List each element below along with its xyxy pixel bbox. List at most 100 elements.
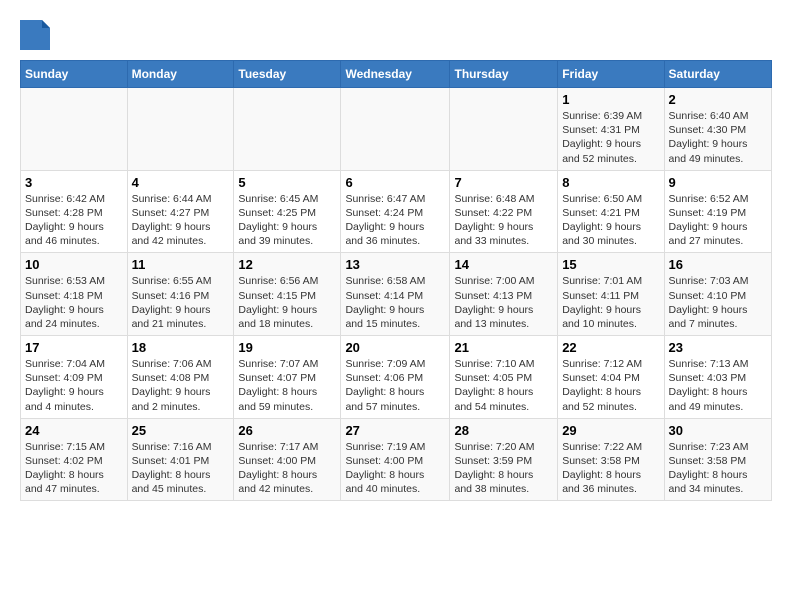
day-number: 27 xyxy=(345,423,445,438)
calendar-cell xyxy=(450,88,558,171)
cell-content: Sunrise: 6:52 AM Sunset: 4:19 PM Dayligh… xyxy=(669,192,767,249)
logo-icon xyxy=(20,20,50,50)
cell-content: Sunrise: 7:01 AM Sunset: 4:11 PM Dayligh… xyxy=(562,274,659,331)
calendar-cell: 21 Sunrise: 7:10 AM Sunset: 4:05 PM Dayli… xyxy=(450,336,558,419)
calendar-cell: 19 Sunrise: 7:07 AM Sunset: 4:07 PM Dayli… xyxy=(234,336,341,419)
day-number: 22 xyxy=(562,340,659,355)
calendar-cell: 16 Sunrise: 7:03 AM Sunset: 4:10 PM Dayli… xyxy=(664,253,771,336)
day-number: 2 xyxy=(669,92,767,107)
day-number: 5 xyxy=(238,175,336,190)
cell-content: Sunrise: 7:09 AM Sunset: 4:06 PM Dayligh… xyxy=(345,357,445,414)
calendar-cell: 22 Sunrise: 7:12 AM Sunset: 4:04 PM Dayli… xyxy=(558,336,664,419)
calendar-cell: 15 Sunrise: 7:01 AM Sunset: 4:11 PM Dayli… xyxy=(558,253,664,336)
calendar-header: SundayMondayTuesdayWednesdayThursdayFrid… xyxy=(21,61,772,88)
calendar-cell xyxy=(234,88,341,171)
day-number: 7 xyxy=(454,175,553,190)
cell-content: Sunrise: 7:07 AM Sunset: 4:07 PM Dayligh… xyxy=(238,357,336,414)
calendar-cell: 13Sunrise: 6:58 AM Sunset: 4:14 PM Dayli… xyxy=(341,253,450,336)
cell-content: Sunrise: 6:40 AM Sunset: 4:30 PM Dayligh… xyxy=(669,109,767,166)
day-number: 28 xyxy=(454,423,553,438)
calendar-cell: 14 Sunrise: 7:00 AM Sunset: 4:13 PM Dayli… xyxy=(450,253,558,336)
cell-content: Sunrise: 7:12 AM Sunset: 4:04 PM Dayligh… xyxy=(562,357,659,414)
column-header-thursday: Thursday xyxy=(450,61,558,88)
day-number: 4 xyxy=(132,175,230,190)
cell-content: Sunrise: 6:48 AM Sunset: 4:22 PM Dayligh… xyxy=(454,192,553,249)
calendar-cell: 4 Sunrise: 6:44 AM Sunset: 4:27 PM Daylig… xyxy=(127,170,234,253)
cell-content: Sunrise: 6:45 AM Sunset: 4:25 PM Dayligh… xyxy=(238,192,336,249)
day-number: 19 xyxy=(238,340,336,355)
calendar-cell: 30Sunrise: 7:23 AM Sunset: 3:58 PM Dayli… xyxy=(664,418,771,501)
cell-content: Sunrise: 6:55 AM Sunset: 4:16 PM Dayligh… xyxy=(132,274,230,331)
calendar-cell: 10Sunrise: 6:53 AM Sunset: 4:18 PM Dayli… xyxy=(21,253,128,336)
cell-content: Sunrise: 7:23 AM Sunset: 3:58 PM Dayligh… xyxy=(669,440,767,497)
page-header xyxy=(20,20,772,50)
week-row-1: 1Sunrise: 6:39 AM Sunset: 4:31 PM Daylig… xyxy=(21,88,772,171)
calendar-cell: 1Sunrise: 6:39 AM Sunset: 4:31 PM Daylig… xyxy=(558,88,664,171)
cell-content: Sunrise: 6:58 AM Sunset: 4:14 PM Dayligh… xyxy=(345,274,445,331)
cell-content: Sunrise: 7:03 AM Sunset: 4:10 PM Dayligh… xyxy=(669,274,767,331)
calendar-cell: 17 Sunrise: 7:04 AM Sunset: 4:09 PM Dayli… xyxy=(21,336,128,419)
day-number: 18 xyxy=(132,340,230,355)
cell-content: Sunrise: 6:56 AM Sunset: 4:15 PM Dayligh… xyxy=(238,274,336,331)
cell-content: Sunrise: 6:42 AM Sunset: 4:28 PM Dayligh… xyxy=(25,192,123,249)
cell-content: Sunrise: 7:16 AM Sunset: 4:01 PM Dayligh… xyxy=(132,440,230,497)
day-number: 12 xyxy=(238,257,336,272)
day-number: 20 xyxy=(345,340,445,355)
cell-content: Sunrise: 7:13 AM Sunset: 4:03 PM Dayligh… xyxy=(669,357,767,414)
column-header-monday: Monday xyxy=(127,61,234,88)
calendar-cell xyxy=(127,88,234,171)
day-number: 3 xyxy=(25,175,123,190)
cell-content: Sunrise: 7:10 AM Sunset: 4:05 PM Dayligh… xyxy=(454,357,553,414)
calendar-cell: 5 Sunrise: 6:45 AM Sunset: 4:25 PM Daylig… xyxy=(234,170,341,253)
header-row: SundayMondayTuesdayWednesdayThursdayFrid… xyxy=(21,61,772,88)
calendar-cell: 29 Sunrise: 7:22 AM Sunset: 3:58 PM Dayli… xyxy=(558,418,664,501)
cell-content: Sunrise: 6:50 AM Sunset: 4:21 PM Dayligh… xyxy=(562,192,659,249)
week-row-2: 3 Sunrise: 6:42 AM Sunset: 4:28 PM Daylig… xyxy=(21,170,772,253)
cell-content: Sunrise: 7:19 AM Sunset: 4:00 PM Dayligh… xyxy=(345,440,445,497)
day-number: 21 xyxy=(454,340,553,355)
calendar-cell: 7 Sunrise: 6:48 AM Sunset: 4:22 PM Daylig… xyxy=(450,170,558,253)
calendar-cell xyxy=(341,88,450,171)
day-number: 17 xyxy=(25,340,123,355)
day-number: 15 xyxy=(562,257,659,272)
calendar-cell: 6 Sunrise: 6:47 AM Sunset: 4:24 PM Daylig… xyxy=(341,170,450,253)
column-header-friday: Friday xyxy=(558,61,664,88)
column-header-saturday: Saturday xyxy=(664,61,771,88)
week-row-5: 24Sunrise: 7:15 AM Sunset: 4:02 PM Dayli… xyxy=(21,418,772,501)
logo xyxy=(20,20,56,50)
calendar-cell: 25 Sunrise: 7:16 AM Sunset: 4:01 PM Dayli… xyxy=(127,418,234,501)
cell-content: Sunrise: 7:00 AM Sunset: 4:13 PM Dayligh… xyxy=(454,274,553,331)
cell-content: Sunrise: 6:44 AM Sunset: 4:27 PM Dayligh… xyxy=(132,192,230,249)
day-number: 14 xyxy=(454,257,553,272)
week-row-3: 10Sunrise: 6:53 AM Sunset: 4:18 PM Dayli… xyxy=(21,253,772,336)
day-number: 16 xyxy=(669,257,767,272)
cell-content: Sunrise: 7:04 AM Sunset: 4:09 PM Dayligh… xyxy=(25,357,123,414)
calendar-cell: 26Sunrise: 7:17 AM Sunset: 4:00 PM Dayli… xyxy=(234,418,341,501)
day-number: 25 xyxy=(132,423,230,438)
calendar-cell: 11 Sunrise: 6:55 AM Sunset: 4:16 PM Dayli… xyxy=(127,253,234,336)
day-number: 24 xyxy=(25,423,123,438)
day-number: 29 xyxy=(562,423,659,438)
calendar-cell: 2 Sunrise: 6:40 AM Sunset: 4:30 PM Daylig… xyxy=(664,88,771,171)
day-number: 6 xyxy=(345,175,445,190)
day-number: 26 xyxy=(238,423,336,438)
calendar-cell: 23Sunrise: 7:13 AM Sunset: 4:03 PM Dayli… xyxy=(664,336,771,419)
calendar-cell xyxy=(21,88,128,171)
column-header-sunday: Sunday xyxy=(21,61,128,88)
column-header-wednesday: Wednesday xyxy=(341,61,450,88)
calendar-cell: 9 Sunrise: 6:52 AM Sunset: 4:19 PM Daylig… xyxy=(664,170,771,253)
calendar-cell: 20 Sunrise: 7:09 AM Sunset: 4:06 PM Dayli… xyxy=(341,336,450,419)
day-number: 1 xyxy=(562,92,659,107)
cell-content: Sunrise: 7:06 AM Sunset: 4:08 PM Dayligh… xyxy=(132,357,230,414)
calendar-body: 1Sunrise: 6:39 AM Sunset: 4:31 PM Daylig… xyxy=(21,88,772,501)
cell-content: Sunrise: 7:20 AM Sunset: 3:59 PM Dayligh… xyxy=(454,440,553,497)
day-number: 11 xyxy=(132,257,230,272)
day-number: 9 xyxy=(669,175,767,190)
cell-content: Sunrise: 7:22 AM Sunset: 3:58 PM Dayligh… xyxy=(562,440,659,497)
cell-content: Sunrise: 6:47 AM Sunset: 4:24 PM Dayligh… xyxy=(345,192,445,249)
calendar-cell: 24Sunrise: 7:15 AM Sunset: 4:02 PM Dayli… xyxy=(21,418,128,501)
calendar-cell: 28 Sunrise: 7:20 AM Sunset: 3:59 PM Dayli… xyxy=(450,418,558,501)
column-header-tuesday: Tuesday xyxy=(234,61,341,88)
calendar-cell: 12 Sunrise: 6:56 AM Sunset: 4:15 PM Dayli… xyxy=(234,253,341,336)
day-number: 10 xyxy=(25,257,123,272)
